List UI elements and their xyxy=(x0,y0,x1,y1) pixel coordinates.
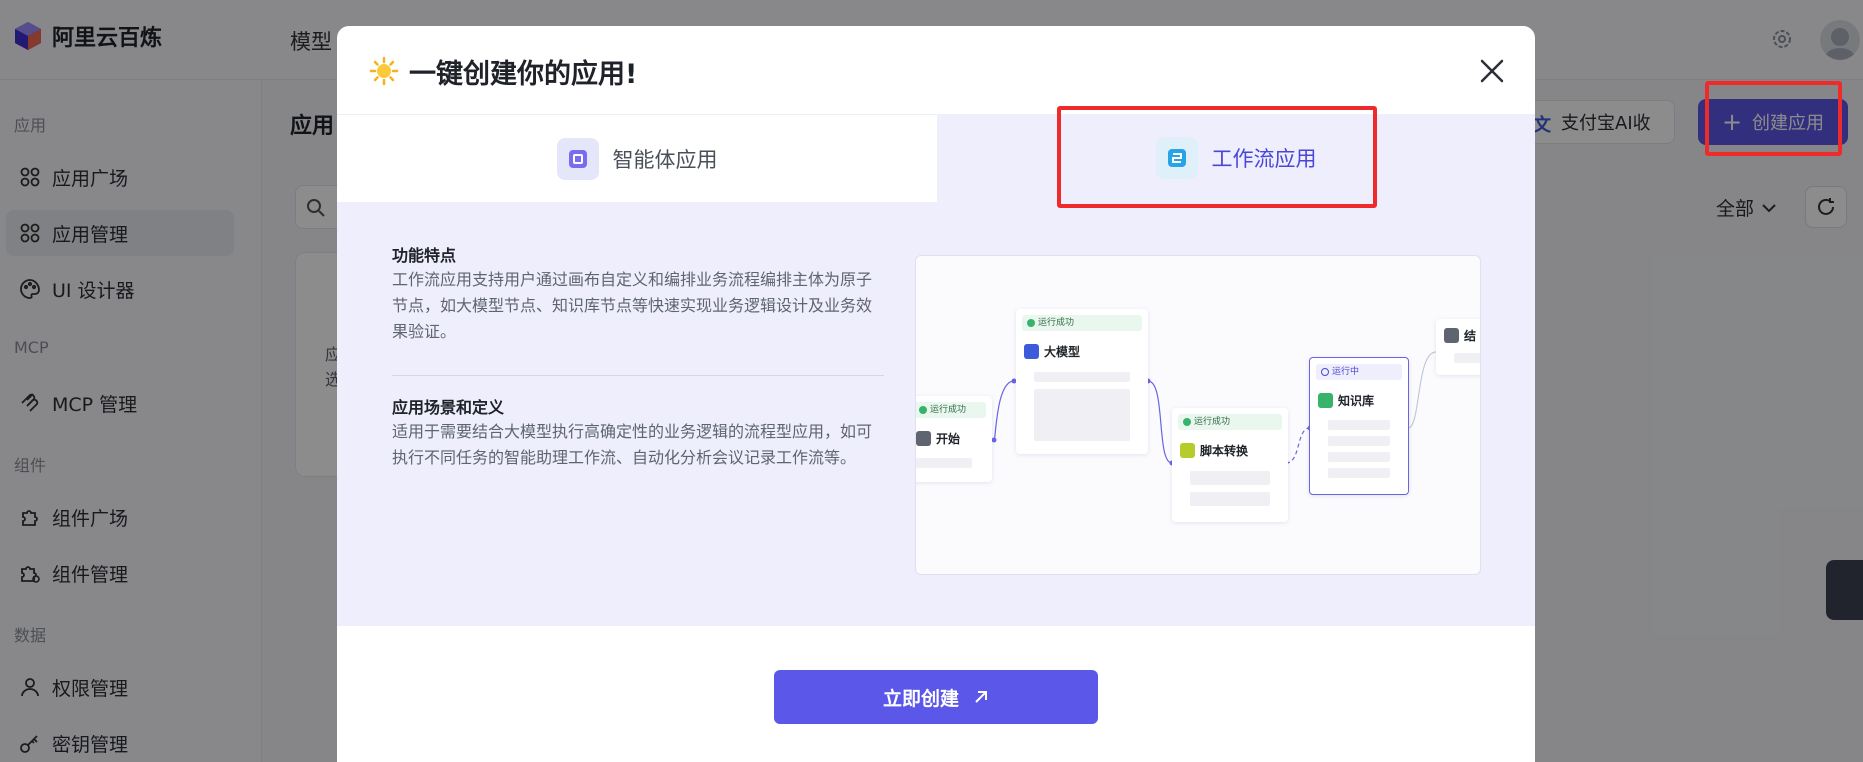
features-description: 工作流应用支持用户通过画布自定义和编排业务流程编排主体为原子节点，如大模型节点、… xyxy=(392,270,873,341)
arrow-up-right-icon xyxy=(975,691,987,703)
node-placeholder xyxy=(1328,436,1390,446)
workflow-node-start: 运行成功 开始 xyxy=(916,396,992,482)
create-button-highlight xyxy=(1705,81,1842,156)
node-status: 运行成功 xyxy=(1178,414,1282,430)
modal-title: 一键创建你的应用! xyxy=(409,59,638,90)
agent-app-icon xyxy=(556,137,599,180)
close-icon[interactable] xyxy=(1477,56,1507,86)
tab-agent-app[interactable]: 智能体应用 xyxy=(337,114,937,202)
node-title: 知识库 xyxy=(1338,394,1375,408)
workflow-node-script: 运行成功 脚本转换 xyxy=(1172,408,1288,522)
workflow-tab-highlight xyxy=(1057,106,1377,208)
node-title: 开始 xyxy=(936,432,961,446)
features-title: 功能特点 xyxy=(392,246,457,265)
node-placeholder xyxy=(1454,353,1480,363)
workflow-node-end: 结 xyxy=(1436,319,1480,375)
node-placeholder xyxy=(1190,492,1270,506)
tab-label: 智能体应用 xyxy=(612,147,718,172)
workflow-node-llm: 运行成功 大模型 xyxy=(1016,309,1148,454)
node-title: 脚本转换 xyxy=(1200,444,1249,458)
node-placeholder xyxy=(1328,468,1390,478)
create-now-label: 立即创建 xyxy=(882,687,959,710)
node-placeholder xyxy=(1034,372,1130,382)
node-placeholder xyxy=(1328,420,1390,430)
node-placeholder xyxy=(1190,471,1270,485)
node-status: 运行成功 xyxy=(916,402,986,418)
modal-header: 一键创建你的应用! xyxy=(337,26,1535,114)
create-now-button[interactable]: 立即创建 xyxy=(774,670,1098,724)
sun-icon xyxy=(369,56,399,86)
divider xyxy=(392,375,884,376)
modal-footer: 立即创建 xyxy=(337,626,1535,762)
node-title: 大模型 xyxy=(1044,345,1081,359)
node-status: 运行成功 xyxy=(1022,315,1142,331)
workflow-preview-image: 运行成功 开始 运行成功 大模型 运行成功 脚本转换 运行中 知识库 结 xyxy=(915,255,1481,575)
scenario-description: 适用于需要结合大模型执行高确定性的业务逻辑的流程型应用，如可执行不同任务的智能助… xyxy=(392,422,873,467)
scenario-title: 应用场景和定义 xyxy=(392,398,505,417)
node-placeholder xyxy=(916,458,972,468)
node-status: 运行中 xyxy=(1316,364,1402,380)
node-title: 结 xyxy=(1464,329,1477,343)
workflow-node-knowledge: 运行中 知识库 xyxy=(1309,357,1409,495)
node-placeholder xyxy=(1328,452,1390,462)
node-placeholder xyxy=(1034,389,1130,441)
